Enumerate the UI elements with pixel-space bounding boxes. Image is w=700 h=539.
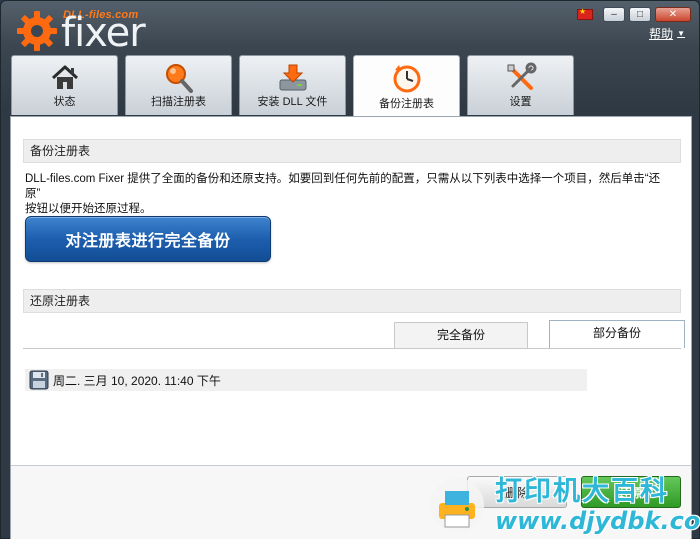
backup-section-header: 备份注册表: [23, 139, 681, 163]
tab-label: 设置: [509, 96, 532, 108]
tab-backup-registry[interactable]: 备份注册表: [353, 55, 460, 117]
window-controls: – □ ✕: [577, 7, 691, 22]
brand-name: fixer: [61, 10, 146, 56]
tab-install-dll[interactable]: 安装 DLL 文件: [239, 55, 346, 115]
subtab-full-backup[interactable]: 完全备份: [394, 322, 528, 348]
tab-status[interactable]: 状态: [11, 55, 118, 115]
delete-button[interactable]: 删除: [467, 476, 567, 508]
list-item[interactable]: 周二. 三月 10, 2020. 11:40 下午: [25, 369, 587, 391]
tab-label: 安装 DLL 文件: [257, 96, 328, 108]
tab-label: 扫描注册表: [151, 96, 206, 108]
app-logo: DLL-files.com fixer: [15, 7, 146, 56]
app-window: DLL-files.com fixer – □ ✕ 帮助 ▼ 状态 扫描: [0, 0, 700, 539]
home-icon: [51, 65, 78, 89]
maximize-button[interactable]: □: [629, 7, 651, 22]
subtab-divider: [23, 348, 681, 349]
restore-section-header: 还原注册表: [23, 289, 681, 313]
backup-panel: 备份注册表 DLL-files.com Fixer 提供了全面的备份和还原支持。…: [10, 116, 692, 539]
main-tabs: 状态 扫描注册表 安装 DLL 文件 备份注册表 设置: [11, 55, 574, 117]
language-flag-icon[interactable]: [577, 7, 593, 20]
download-drive-icon: [279, 64, 306, 91]
restore-button[interactable]: 还原: [581, 476, 681, 508]
close-button[interactable]: ✕: [655, 7, 691, 22]
full-backup-button[interactable]: 对注册表进行完全备份: [25, 216, 271, 262]
tab-scan-registry[interactable]: 扫描注册表: [125, 55, 232, 115]
description-line: DLL-files.com Fixer 提供了全面的备份和还原支持。如要回到任何…: [25, 173, 661, 200]
tab-settings[interactable]: 设置: [467, 55, 574, 115]
chevron-down-icon: ▼: [677, 29, 685, 38]
subtab-partial-backup[interactable]: 部分备份: [549, 320, 685, 348]
backup-description: DLL-files.com Fixer 提供了全面的备份和还原支持。如要回到任何…: [25, 172, 665, 217]
gear-logo-icon: [17, 11, 57, 51]
tools-icon: [507, 62, 536, 90]
minimize-button[interactable]: –: [603, 7, 625, 22]
clock-backup-icon: [393, 65, 420, 93]
tab-label: 备份注册表: [379, 98, 434, 110]
help-label: 帮助: [649, 27, 674, 41]
help-menu[interactable]: 帮助 ▼: [649, 25, 685, 42]
backup-list: 周二. 三月 10, 2020. 11:40 下午: [25, 369, 587, 391]
magnifier-icon: [165, 64, 193, 93]
tab-label: 状态: [53, 96, 76, 108]
floppy-disk-icon: [29, 370, 49, 390]
backup-item-label: 周二. 三月 10, 2020. 11:40 下午: [53, 373, 221, 388]
description-line: 按钮以便开始还原过程。: [25, 203, 152, 215]
